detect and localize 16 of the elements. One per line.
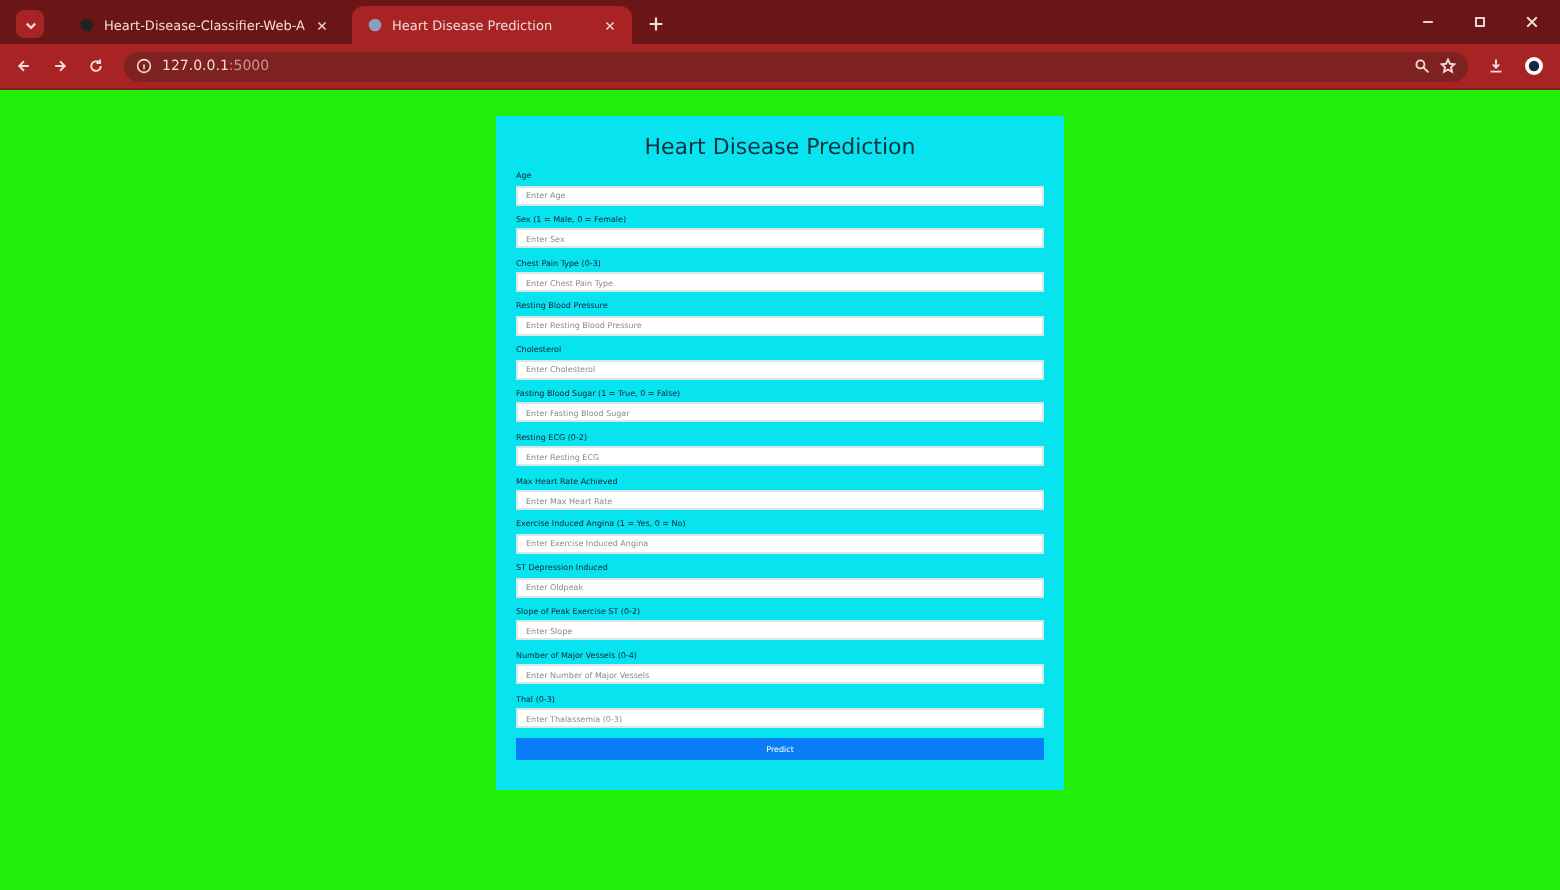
close-icon[interactable]: [604, 19, 616, 31]
download-icon[interactable]: [1488, 58, 1504, 74]
restore-icon[interactable]: [1472, 14, 1488, 30]
plus-icon: [648, 16, 664, 32]
info-icon[interactable]: [136, 58, 152, 74]
reload-icon[interactable]: [88, 58, 104, 74]
chevron-icon: [23, 17, 37, 31]
form-title: Heart Disease Prediction: [642, 132, 918, 164]
star-icon[interactable]: [1440, 58, 1456, 74]
zoom-icon[interactable]: [1414, 58, 1430, 74]
close-icon[interactable]: [316, 19, 328, 31]
forward-icon[interactable]: [52, 58, 68, 74]
close-icon[interactable]: [1524, 14, 1540, 30]
back-icon[interactable]: [16, 58, 32, 74]
profile-avatar[interactable]: [1524, 56, 1544, 76]
tab-search-button[interactable]: [16, 10, 44, 38]
